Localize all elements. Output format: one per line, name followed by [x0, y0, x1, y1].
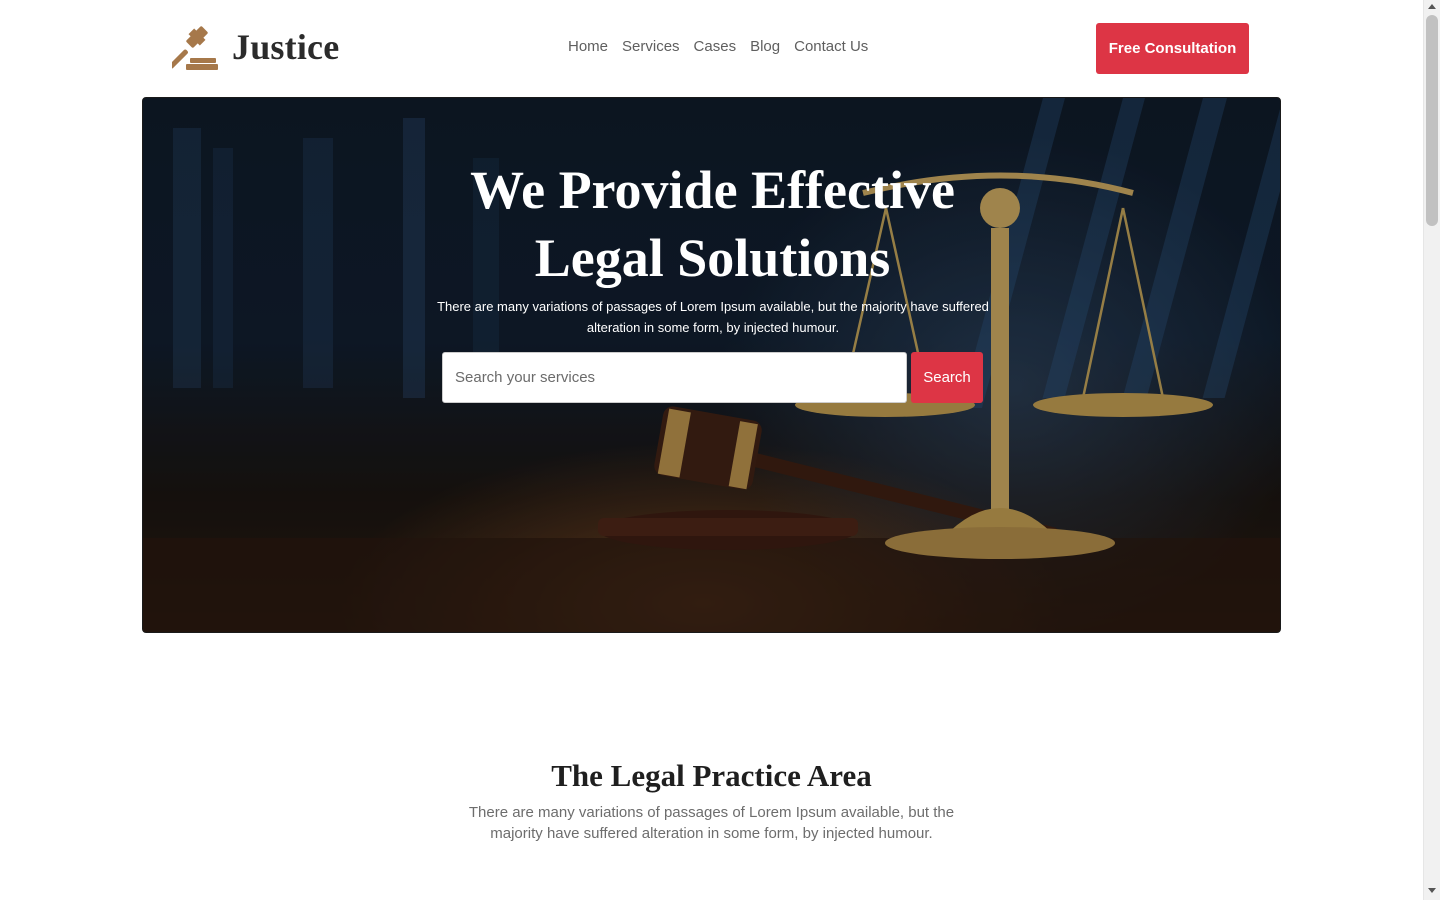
- nav-contact-us[interactable]: Contact Us: [794, 38, 868, 55]
- gavel-icon: [172, 26, 218, 70]
- nav-cases[interactable]: Cases: [694, 38, 737, 55]
- hero-title-line-2: Legal Solutions: [534, 228, 891, 288]
- site-header: Justice Home Services Cases Blog Contact…: [0, 0, 1423, 97]
- search-input[interactable]: [442, 352, 907, 403]
- search-button[interactable]: Search: [911, 352, 983, 403]
- free-consultation-button[interactable]: Free Consultation: [1096, 23, 1249, 74]
- nav-blog[interactable]: Blog: [750, 38, 780, 55]
- page-scrollbar[interactable]: [1423, 0, 1440, 900]
- hero-title: We Provide Effective Legal Solutions: [143, 156, 1280, 292]
- practice-area-subtitle: There are many variations of passages of…: [468, 804, 955, 842]
- brand-name: Justice: [232, 27, 340, 67]
- scroll-up-arrow-icon[interactable]: [1428, 4, 1436, 9]
- hero-title-line-1: We Provide Effective: [470, 160, 955, 220]
- scrollbar-thumb[interactable]: [1426, 15, 1438, 226]
- hero-banner: We Provide Effective Legal Solutions The…: [142, 97, 1281, 633]
- nav-services[interactable]: Services: [622, 38, 680, 55]
- hero-subtitle: There are many variations of passages of…: [437, 299, 989, 335]
- practice-area-title: The Legal Practice Area: [551, 758, 872, 793]
- scroll-down-arrow-icon[interactable]: [1428, 888, 1436, 893]
- nav-home[interactable]: Home: [568, 38, 608, 55]
- main-nav: Home Services Cases Blog Contact Us: [568, 38, 868, 55]
- brand-logo[interactable]: Justice: [172, 22, 339, 72]
